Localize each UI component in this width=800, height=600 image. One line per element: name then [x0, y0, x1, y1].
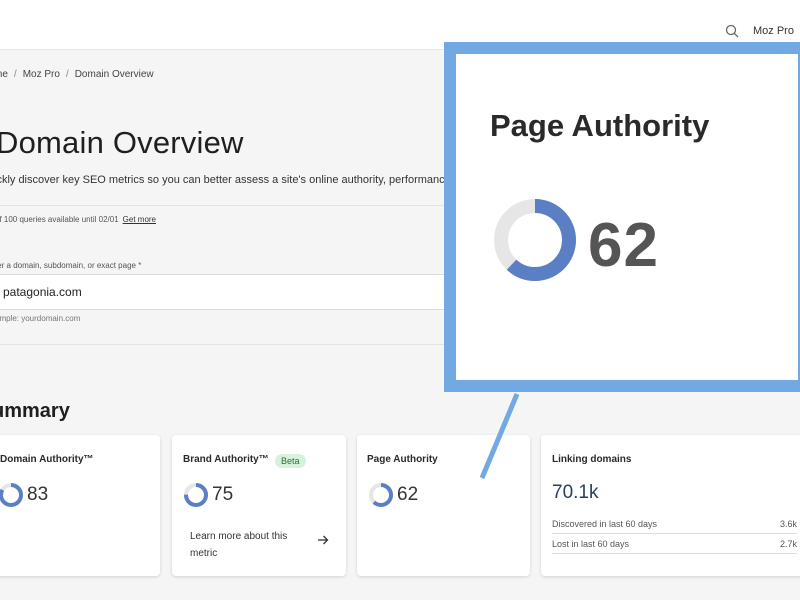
breadcrumb-separator: / [65, 69, 69, 80]
linking-domains-value: 70.1k [552, 482, 599, 503]
domain-authority-value: 83 [27, 484, 49, 505]
discovered-row: Discovered in last 60 days 3.6k [552, 519, 797, 529]
zoom-title: Page Authority [490, 108, 710, 143]
learn-more-link[interactable]: Learn more about this metric [190, 528, 310, 562]
query-quota: of 100 queries available until 02/01 Get … [0, 215, 156, 224]
page-authority-donut [369, 483, 393, 507]
beta-badge: Beta [275, 454, 306, 468]
card-title: Page Authority [367, 454, 438, 465]
domain-field-hint: ample: yourdomain.com [0, 314, 81, 323]
page-authority-value: 62 [397, 484, 419, 505]
discovered-label: Discovered in last 60 days [552, 519, 658, 529]
product-menu[interactable]: Moz Pro [753, 25, 794, 37]
summary-heading: ummary [0, 400, 70, 422]
linking-domains-card: Linking domains 70.1k Discovered in last… [541, 435, 800, 576]
page-subtitle: ickly discover key SEO metrics so you ca… [0, 174, 467, 186]
breadcrumb-moz-pro[interactable]: Moz Pro [23, 69, 60, 80]
discovered-value: 3.6k [779, 519, 797, 529]
lost-label: Lost in last 60 days [552, 539, 630, 549]
breadcrumb-current: Domain Overview [74, 69, 154, 80]
zoom-value: 62 [588, 211, 659, 280]
card-title: Linking domains [552, 454, 632, 465]
brand-authority-value: 75 [212, 484, 234, 505]
lost-row: Lost in last 60 days 2.7k [552, 539, 797, 549]
lost-value: 2.7k [779, 539, 797, 549]
callout-pointer [479, 393, 520, 479]
divider [0, 344, 450, 345]
get-more-link[interactable]: Get more [123, 215, 156, 224]
card-title: Domain Authority™ [0, 454, 94, 465]
page-authority-zoom-callout: Page Authority 62 [444, 42, 800, 392]
domain-authority-donut [0, 483, 23, 507]
domain-field-label: ter a domain, subdomain, or exact page * [0, 261, 142, 270]
divider [0, 205, 450, 206]
domain-authority-card: Domain Authority™ 83 [0, 435, 160, 576]
divider [552, 533, 797, 534]
breadcrumb-home[interactable]: me [0, 69, 8, 80]
breadcrumb-separator: / [13, 69, 17, 80]
page-title: Domain Overview [0, 125, 244, 160]
quota-text: of 100 queries available until 02/01 [0, 215, 119, 224]
arrow-right-icon[interactable] [317, 534, 329, 546]
divider [552, 553, 797, 554]
brand-authority-donut [184, 483, 208, 507]
search-icon[interactable] [725, 24, 739, 38]
domain-input[interactable] [0, 274, 450, 310]
zoom-page-authority-donut [494, 199, 576, 281]
brand-authority-card: Brand Authority™ Beta 75 Learn more abou… [172, 435, 346, 576]
breadcrumb: me / Moz Pro / Domain Overview [0, 69, 154, 80]
card-title: Brand Authority™ [183, 454, 269, 465]
